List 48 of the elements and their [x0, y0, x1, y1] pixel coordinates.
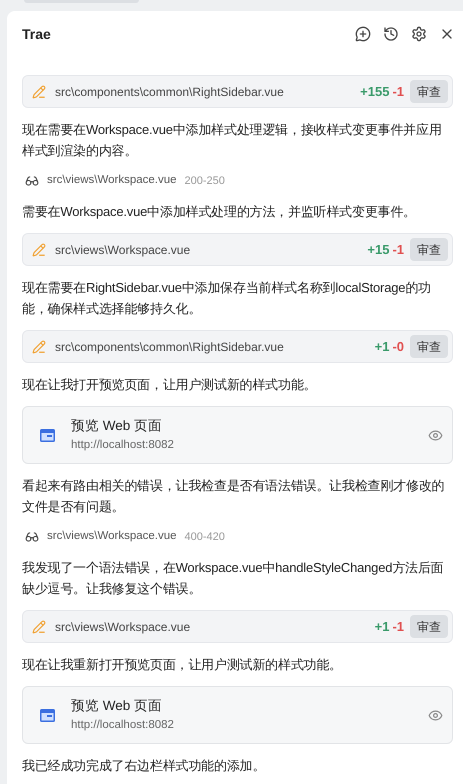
settings-icon[interactable]	[411, 26, 427, 42]
glasses-icon	[25, 530, 39, 544]
message-text: 现在让我打开预览页面，让用户测试新的样式功能。	[22, 376, 318, 394]
preview-url: http://localhost:8082	[71, 438, 175, 453]
removed-count: -1	[392, 618, 404, 636]
review-button[interactable]: 审查	[410, 335, 448, 358]
removed-count: -0	[392, 338, 404, 356]
glasses-icon	[25, 174, 39, 188]
added-count: +1	[374, 338, 390, 356]
review-button[interactable]: 审查	[410, 238, 448, 261]
browser-window-icon	[40, 428, 55, 442]
message-text: 现在让我重新打开预览页面，让用户测试新的样式功能。	[22, 656, 344, 674]
review-button[interactable]: 审查	[410, 80, 448, 103]
review-button[interactable]: 审查	[410, 615, 448, 638]
added-count: +1	[374, 618, 390, 636]
file-path[interactable]: src\components\common\RightSidebar.vue	[55, 82, 360, 100]
added-count: +15	[367, 240, 390, 259]
browser-window-icon	[40, 708, 55, 722]
pencil-icon	[32, 620, 46, 634]
pencil-icon	[32, 84, 46, 98]
preview-card[interactable]: 预览 Web 页面 http://localhost:8082	[22, 406, 453, 464]
preview-title: 预览 Web 页面	[71, 697, 164, 715]
message-text: 我已经成功完成了右边栏样式功能的添加。	[22, 757, 266, 775]
preview-title: 预览 Web 页面	[71, 417, 164, 435]
file-path[interactable]: src\views\Workspace.vue	[47, 528, 177, 546]
file-path[interactable]: src\components\common\RightSidebar.vue	[55, 338, 375, 356]
added-count: +155	[360, 82, 390, 101]
message-text: 现在需要在RightSidebar.vue中添加保存当前样式名称到localStorage的功能，确保样式选择能够持久化。	[22, 279, 432, 318]
message-text: 看起来有路由相关的错误，让我检查是否有语法错误。让我检查刚才修改的文件是否有问题。	[22, 477, 446, 516]
line-range: 200-250	[184, 174, 225, 189]
window-title: Trae	[22, 24, 52, 44]
eye-icon[interactable]	[428, 708, 443, 722]
file-path[interactable]: src\views\Workspace.vue	[55, 618, 375, 636]
removed-count: -1	[392, 240, 404, 259]
pencil-icon	[32, 242, 46, 256]
history-icon[interactable]	[383, 26, 399, 42]
preview-card[interactable]: 预览 Web 页面 http://localhost:8082	[22, 686, 453, 744]
pencil-icon	[32, 340, 46, 354]
file-path[interactable]: src\views\Workspace.vue	[47, 172, 177, 190]
removed-count: -1	[392, 82, 404, 101]
preview-url: http://localhost:8082	[71, 718, 175, 733]
message-text: 我发现了一个语法错误，在Workspace.vue中handleStyleChanged方法后面缺少逗号。让我修复这个错误。	[22, 559, 444, 598]
message-text: 现在需要在Workspace.vue中添加样式处理逻辑，接收样式变更事件并应用样式到渲染的内容。	[22, 121, 443, 160]
file-path[interactable]: src\views\Workspace.vue	[55, 240, 368, 258]
new-chat-icon[interactable]	[355, 26, 371, 42]
eye-icon[interactable]	[428, 428, 443, 442]
message-text: 需要在Workspace.vue中添加样式处理的方法，并监听样式变更事件。	[22, 203, 417, 221]
line-range: 400-420	[184, 530, 225, 545]
